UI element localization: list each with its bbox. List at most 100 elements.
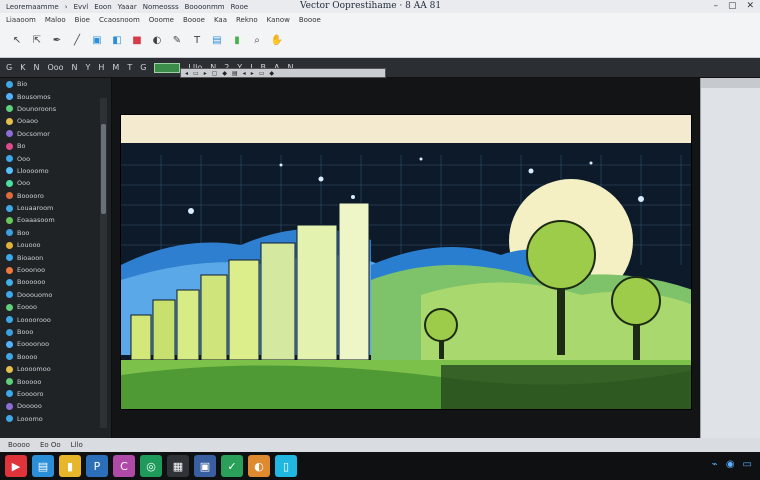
layer-visibility-icon[interactable] [6,80,13,88]
text-tool-icon[interactable]: T [190,33,204,47]
option-item[interactable]: M [112,63,119,72]
layer-visibility-icon[interactable] [6,117,13,125]
floating-tool-icon[interactable]: ◂ [185,70,188,77]
pen-tool-icon[interactable]: ✒ [50,33,64,47]
menu-item-select[interactable]: Boooonmm [185,3,225,11]
layer-visibility-icon[interactable] [6,130,13,138]
layer-row[interactable]: Boooo [0,351,111,363]
artwork-illustration[interactable] [121,115,692,410]
option-item[interactable]: Ooo [47,63,63,72]
layer-visibility-icon[interactable] [6,155,13,163]
layer-row[interactable]: Booooro [0,190,111,202]
ribbon-tab[interactable]: Ccaosnoom [99,16,140,24]
volume-icon[interactable]: ◉ [726,459,735,470]
layer-visibility-icon[interactable] [6,241,13,249]
ribbon-tab[interactable]: Rekno [236,16,258,24]
ribbon-tab[interactable]: Ooome [149,16,174,24]
layer-visibility-icon[interactable] [6,316,13,324]
layer-visibility-icon[interactable] [6,204,13,212]
minimize-icon[interactable]: – [713,1,718,11]
taskbar-app-icon[interactable]: ▣ [194,455,216,477]
layer-row[interactable]: Docsomor [0,128,111,140]
option-item[interactable]: K [20,63,25,72]
layer-visibility-icon[interactable] [6,179,13,187]
close-icon[interactable]: ✕ [746,1,754,11]
selection-tool-icon[interactable]: ↖ [10,33,24,47]
layer-row[interactable]: Booo [0,326,111,338]
layer-row[interactable]: Eoooonoo [0,338,111,350]
maximize-icon[interactable]: ▢ [728,1,737,11]
layer-visibility-icon[interactable] [6,93,13,101]
ribbon-tab[interactable]: Kanow [267,16,290,24]
zoom-icon[interactable]: ⌕ [250,33,264,47]
layer-visibility-icon[interactable] [6,254,13,262]
layer-row[interactable]: Boo [0,227,111,239]
layer-visibility-icon[interactable] [6,415,13,423]
layer-visibility-icon[interactable] [6,365,13,373]
layer-row[interactable]: Eoaaasoom [0,214,111,226]
layer-row[interactable]: Bo [0,140,111,152]
layer-row[interactable]: Lloooomo [0,165,111,177]
layer-row[interactable]: Bio [0,78,111,90]
option-item[interactable]: G [6,63,12,72]
menu-item-object[interactable]: Yaaar [118,3,137,11]
layer-row[interactable]: Dooouomo [0,289,111,301]
canvas-area[interactable] [112,78,700,438]
floating-tool-icon[interactable]: ▭ [259,70,265,77]
floating-tool-icon[interactable]: ▸ [204,70,207,77]
taskbar-app-icon[interactable]: ▮ [59,455,81,477]
floating-tool-icon[interactable]: ◆ [222,70,227,77]
layer-visibility-icon[interactable] [6,303,13,311]
taskbar-app-icon[interactable]: C [113,455,135,477]
menu-item-file[interactable]: Leoremaamme [6,3,59,11]
ribbon-tab[interactable]: Bioe [75,16,90,24]
direct-select-icon[interactable]: ⇱ [30,33,44,47]
layer-row[interactable]: Loooorooo [0,313,111,325]
layer-row[interactable]: Bousomos [0,90,111,102]
option-item[interactable]: H [98,63,104,72]
ribbon-tab[interactable]: Kaa [214,16,227,24]
taskbar-app-icon[interactable]: ▯ [275,455,297,477]
scrollbar-thumb[interactable] [101,124,106,214]
shape-tool-icon[interactable]: ■ [130,33,144,47]
taskbar-app-icon[interactable]: ▦ [167,455,189,477]
taskbar-app-icon[interactable]: P [86,455,108,477]
layers-icon[interactable]: ▤ [210,33,224,47]
floating-toolbar[interactable]: ◂ ▭ ▸ ▢ ◆ ▤ ◂ ▸ ▭ ◆ [180,68,386,78]
layer-row[interactable]: Boooooo [0,276,111,288]
layer-visibility-icon[interactable] [6,328,13,336]
layer-row[interactable]: Louaaroom [0,202,111,214]
layer-visibility-icon[interactable] [6,278,13,286]
option-item[interactable]: Y [86,63,91,72]
layer-visibility-icon[interactable] [6,142,13,150]
layer-visibility-icon[interactable] [6,353,13,361]
menu-item-window[interactable]: Rooe [231,3,248,11]
layer-row[interactable]: Ooaoo [0,115,111,127]
taskbar-app-icon[interactable]: ✓ [221,455,243,477]
option-item[interactable]: T [127,63,132,72]
layer-visibility-icon[interactable] [6,266,13,274]
layer-visibility-icon[interactable] [6,229,13,237]
ribbon-tab[interactable]: Liaaoom [6,16,36,24]
zoom-level[interactable]: Eo Oo [40,441,61,449]
eyedropper-icon[interactable]: ✎ [170,33,184,47]
layer-visibility-icon[interactable] [6,216,13,224]
ribbon-tab[interactable]: Maloo [45,16,66,24]
layer-row[interactable]: Eooooro [0,388,111,400]
floating-tool-icon[interactable]: ▸ [251,70,254,77]
layer-row[interactable]: Ooo [0,177,111,189]
layer-row[interactable]: Eooonoo [0,264,111,276]
layers-scrollbar[interactable] [100,98,107,428]
fill-tool-icon[interactable]: ◧ [110,33,124,47]
gradient-tool-icon[interactable]: ◐ [150,33,164,47]
layer-visibility-icon[interactable] [6,378,13,386]
layer-row[interactable]: Dooooo [0,400,111,412]
layer-row[interactable]: Eoooo [0,301,111,313]
layer-visibility-icon[interactable] [6,192,13,200]
layer-visibility-icon[interactable] [6,390,13,398]
swatch-icon[interactable]: ▮ [230,33,244,47]
layer-row[interactable]: Bioaoon [0,251,111,263]
option-item[interactable]: N [33,63,39,72]
network-icon[interactable]: ⌁ [712,459,718,470]
floating-tool-icon[interactable]: ◆ [269,70,274,77]
